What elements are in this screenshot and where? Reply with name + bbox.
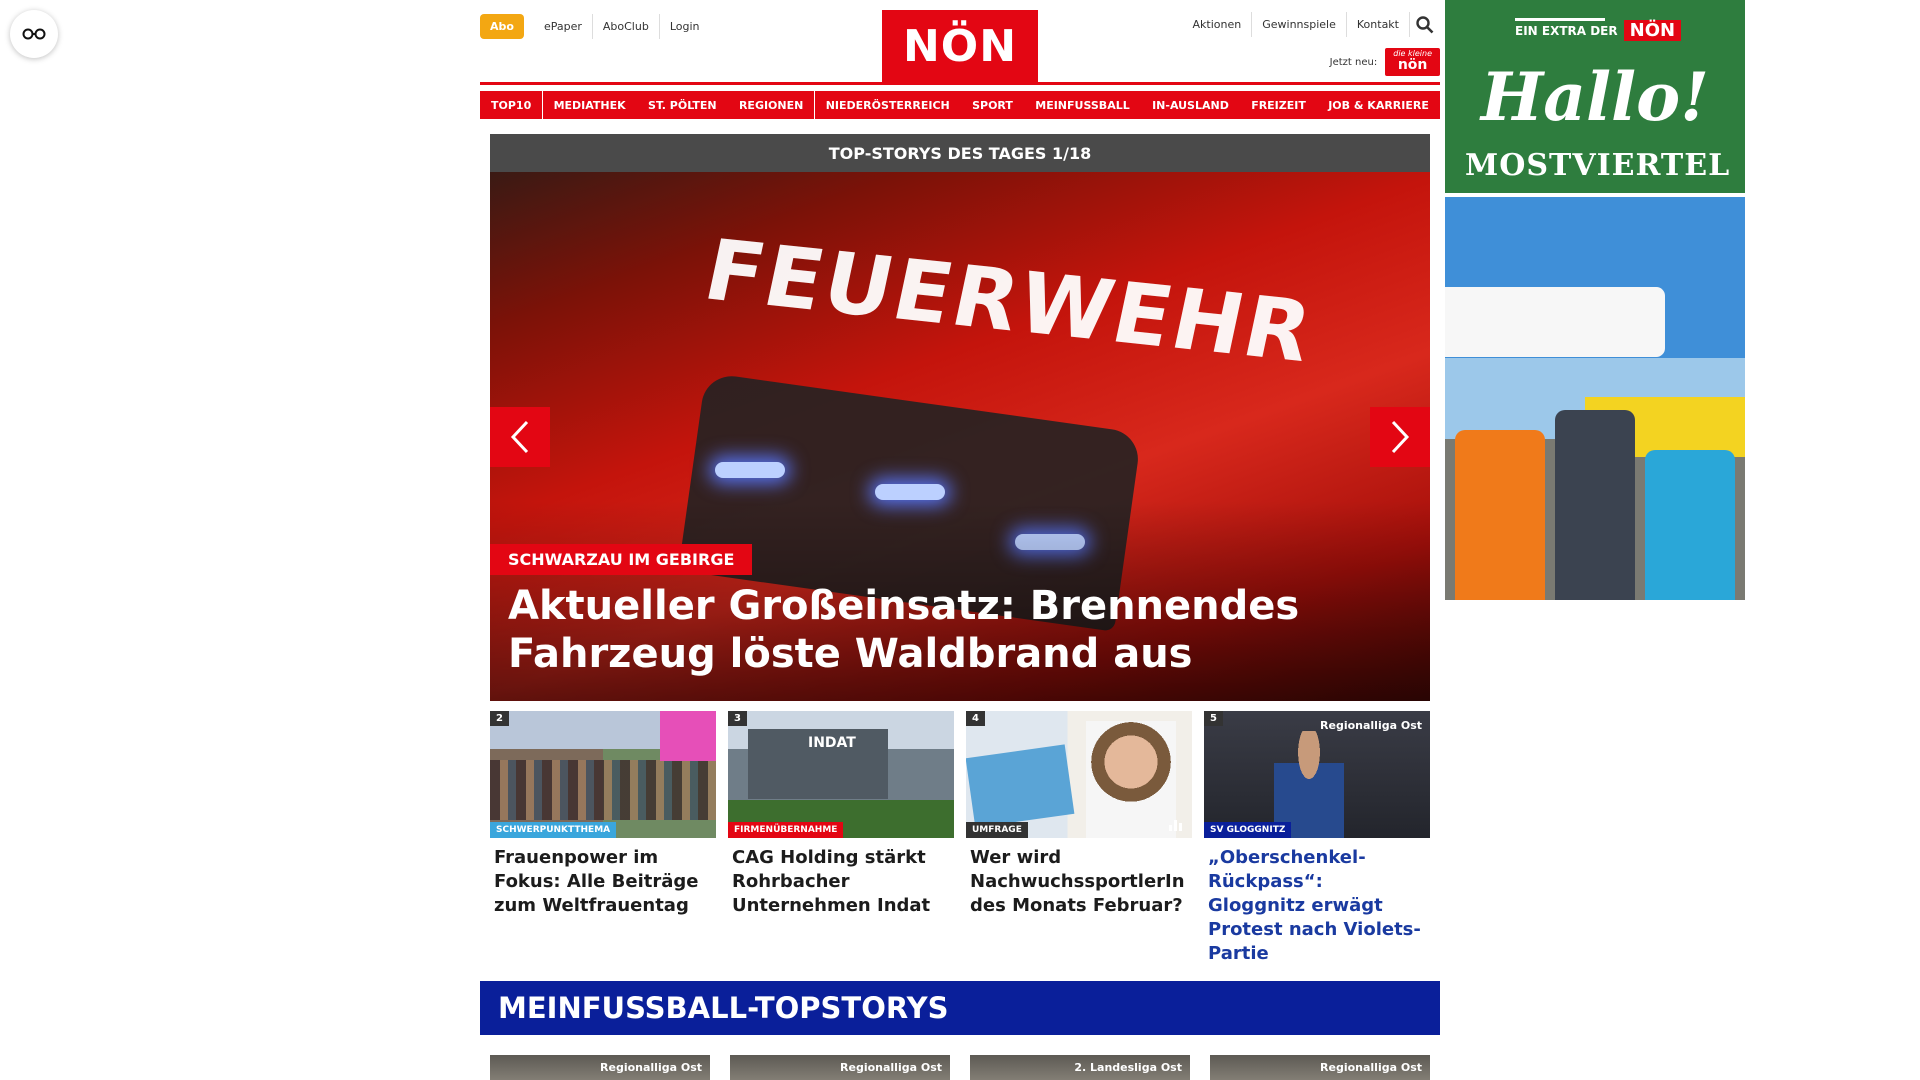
meinfussball-teaser-row: Regionalliga Ost Regionalliga Ost 2. Lan… xyxy=(490,1055,1430,1080)
aktionen-link[interactable]: Aktionen xyxy=(1183,12,1253,37)
teaser-tag[interactable]: UMFRAGE xyxy=(966,822,1028,838)
epaper-link[interactable]: ePaper xyxy=(534,14,593,39)
teaser-title[interactable]: „Oberschenkel-Rückpass“: Gloggnitz erwäg… xyxy=(1204,846,1430,966)
aboclub-link[interactable]: AboClub xyxy=(593,14,660,39)
teaser-tag[interactable]: SV GLOGGNITZ xyxy=(1204,822,1292,838)
gewinnspiele-link[interactable]: Gewinnspiele xyxy=(1252,12,1347,37)
search-icon[interactable] xyxy=(1410,13,1440,37)
hero-image-lettering: FEUERWEHR xyxy=(696,221,1322,381)
image-detail xyxy=(966,744,1075,828)
image-detail xyxy=(660,711,716,761)
ad-image xyxy=(1445,197,1745,600)
advertisement-banner[interactable]: EIN EXTRA DER NÖN Hallo! MOSTVIERTEL xyxy=(1445,0,1745,600)
league-badge: Regionalliga Ost xyxy=(1320,1061,1422,1074)
kontakt-link[interactable]: Kontakt xyxy=(1347,12,1410,37)
site-logo[interactable]: NÖN xyxy=(882,10,1038,82)
league-badge: Regionalliga Ost xyxy=(1320,719,1422,732)
teaser-number: 4 xyxy=(966,711,985,726)
teaser-image[interactable]: Regionalliga Ost xyxy=(490,1055,710,1080)
teaser-tag[interactable]: FIRMENÜBERNAHME xyxy=(728,822,844,838)
blue-light xyxy=(875,484,945,500)
poll-icon xyxy=(1169,820,1182,831)
kleine-non-logo[interactable]: die kleine nön xyxy=(1385,48,1440,76)
suitcase-shape xyxy=(1645,450,1735,600)
teaser-number: 3 xyxy=(728,711,747,726)
image-detail xyxy=(490,760,716,820)
ad-mini-logo: NÖN xyxy=(1623,20,1682,41)
chevron-left-icon xyxy=(510,420,529,454)
jetzt-neu-label: Jetzt neu: xyxy=(1329,56,1378,68)
teaser-number: 2 xyxy=(490,711,509,726)
nav-item-meinfussball[interactable]: MEINFUSSBALL xyxy=(1024,91,1141,119)
section-heading[interactable]: MEINFUSSBALL-TOPSTORYS xyxy=(480,981,1440,1035)
utility-nav-right: Aktionen Gewinnspiele Kontakt xyxy=(1183,12,1440,37)
nav-item-st-poelten[interactable]: ST. PÖLTEN xyxy=(637,91,728,119)
image-detail: INDAT xyxy=(748,729,888,799)
nav-item-in-ausland[interactable]: IN-AUSLAND xyxy=(1141,91,1240,119)
slider-header: TOP-STORYS DES TAGES 1/18 xyxy=(490,134,1430,172)
teaser-image[interactable]: INDAT 3 FIRMENÜBERNAHME xyxy=(728,711,954,838)
teaser-image[interactable]: Regionalliga Ost xyxy=(1210,1055,1430,1080)
main-nav: TOP10 MEDIATHEK ST. PÖLTEN REGIONEN NIED… xyxy=(480,91,1440,119)
login-link[interactable]: Login xyxy=(660,14,710,39)
teaser-number: 5 xyxy=(1204,711,1223,726)
teaser-image[interactable]: Regionalliga Ost xyxy=(730,1055,950,1080)
nav-item-mediathek[interactable]: MEDIATHEK xyxy=(542,91,637,119)
league-badge: 2. Landesliga Ost xyxy=(1074,1061,1182,1074)
slider-next-button[interactable] xyxy=(1370,407,1430,467)
blue-light xyxy=(715,462,785,478)
ad-region: MOSTVIERTEL xyxy=(1465,148,1731,183)
airplane-shape xyxy=(1445,287,1665,357)
teaser-image[interactable]: 4 UMFRAGE xyxy=(966,711,1192,838)
teaser-title[interactable]: Frauenpower im Fokus: Alle Beiträge zum … xyxy=(490,846,716,918)
nav-item-top10[interactable]: TOP10 xyxy=(480,91,543,119)
teaser-image[interactable]: 5 Regionalliga Ost SV GLOGGNITZ xyxy=(1204,711,1430,838)
abo-button[interactable]: Abo xyxy=(480,14,524,39)
teaser-card[interactable]: 5 Regionalliga Ost SV GLOGGNITZ „Obersch… xyxy=(1204,711,1430,966)
hero-kicker[interactable]: SCHWARZAU IM GEBIRGE xyxy=(490,544,753,575)
ad-extra-text: EIN EXTRA DER xyxy=(1515,23,1618,38)
slider-prev-button[interactable] xyxy=(490,407,550,467)
ad-extra-line: EIN EXTRA DER NÖN xyxy=(1515,20,1682,41)
teaser-title[interactable]: Wer wird NachwuchssportlerIn des Monats … xyxy=(966,846,1192,918)
teaser-card[interactable]: INDAT 3 FIRMENÜBERNAHME CAG Holding stär… xyxy=(728,711,954,966)
nav-item-regionen[interactable]: REGIONEN xyxy=(727,91,815,119)
nav-item-freizeit[interactable]: FREIZEIT xyxy=(1240,91,1317,119)
chevron-right-icon xyxy=(1391,420,1410,454)
league-badge: Regionalliga Ost xyxy=(600,1061,702,1074)
teaser-title[interactable]: CAG Holding stärkt Rohrbacher Unternehme… xyxy=(728,846,954,918)
suitcase-shape xyxy=(1555,410,1635,600)
ad-header: EIN EXTRA DER NÖN Hallo! MOSTVIERTEL xyxy=(1445,0,1745,193)
kleine-non-promo[interactable]: Jetzt neu: die kleine nön xyxy=(1330,48,1440,76)
hero-headline[interactable]: Aktueller Großeinsatz: Brennendes Fahrze… xyxy=(508,582,1328,678)
nav-item-sport[interactable]: SPORT xyxy=(961,91,1024,119)
image-detail xyxy=(1086,721,1176,838)
page-content: Abo ePaper AboClub Login NÖN Aktionen Ge… xyxy=(480,0,1440,1080)
building-lettering: INDAT xyxy=(808,735,856,751)
teaser-card[interactable]: 2 SCHWERPUNKTTHEMA Frauenpower im Fokus:… xyxy=(490,711,716,966)
hero-image[interactable]: FEUERWEHR SCHWARZAU IM GEBIRGE Aktueller… xyxy=(490,172,1430,701)
league-badge: Regionalliga Ost xyxy=(840,1061,942,1074)
suitcase-shape xyxy=(1455,430,1545,600)
top-stories-slider: TOP-STORYS DES TAGES 1/18 FEUERWEHR SCHW… xyxy=(490,134,1430,701)
teaser-row: 2 SCHWERPUNKTTHEMA Frauenpower im Fokus:… xyxy=(490,711,1430,966)
glasses-icon xyxy=(22,28,46,40)
kleine-non-text: nön xyxy=(1397,57,1428,73)
teaser-card[interactable]: 4 UMFRAGE Wer wird NachwuchssportlerIn d… xyxy=(966,711,1192,966)
nav-item-job-karriere[interactable]: JOB & KARRIERE xyxy=(1317,91,1440,119)
teaser-image[interactable]: 2. Landesliga Ost xyxy=(970,1055,1190,1080)
reader-mode-button[interactable] xyxy=(10,10,58,58)
ad-headline: Hallo! xyxy=(1480,58,1710,136)
utility-nav-left: Abo ePaper AboClub Login xyxy=(480,14,710,39)
header-divider xyxy=(480,82,1440,85)
nav-item-niederoesterreich[interactable]: NIEDERÖSTERREICH xyxy=(814,91,961,119)
teaser-tag[interactable]: SCHWERPUNKTTHEMA xyxy=(490,822,617,838)
site-header: Abo ePaper AboClub Login NÖN Aktionen Ge… xyxy=(480,0,1440,82)
teaser-image[interactable]: 2 SCHWERPUNKTTHEMA xyxy=(490,711,716,838)
